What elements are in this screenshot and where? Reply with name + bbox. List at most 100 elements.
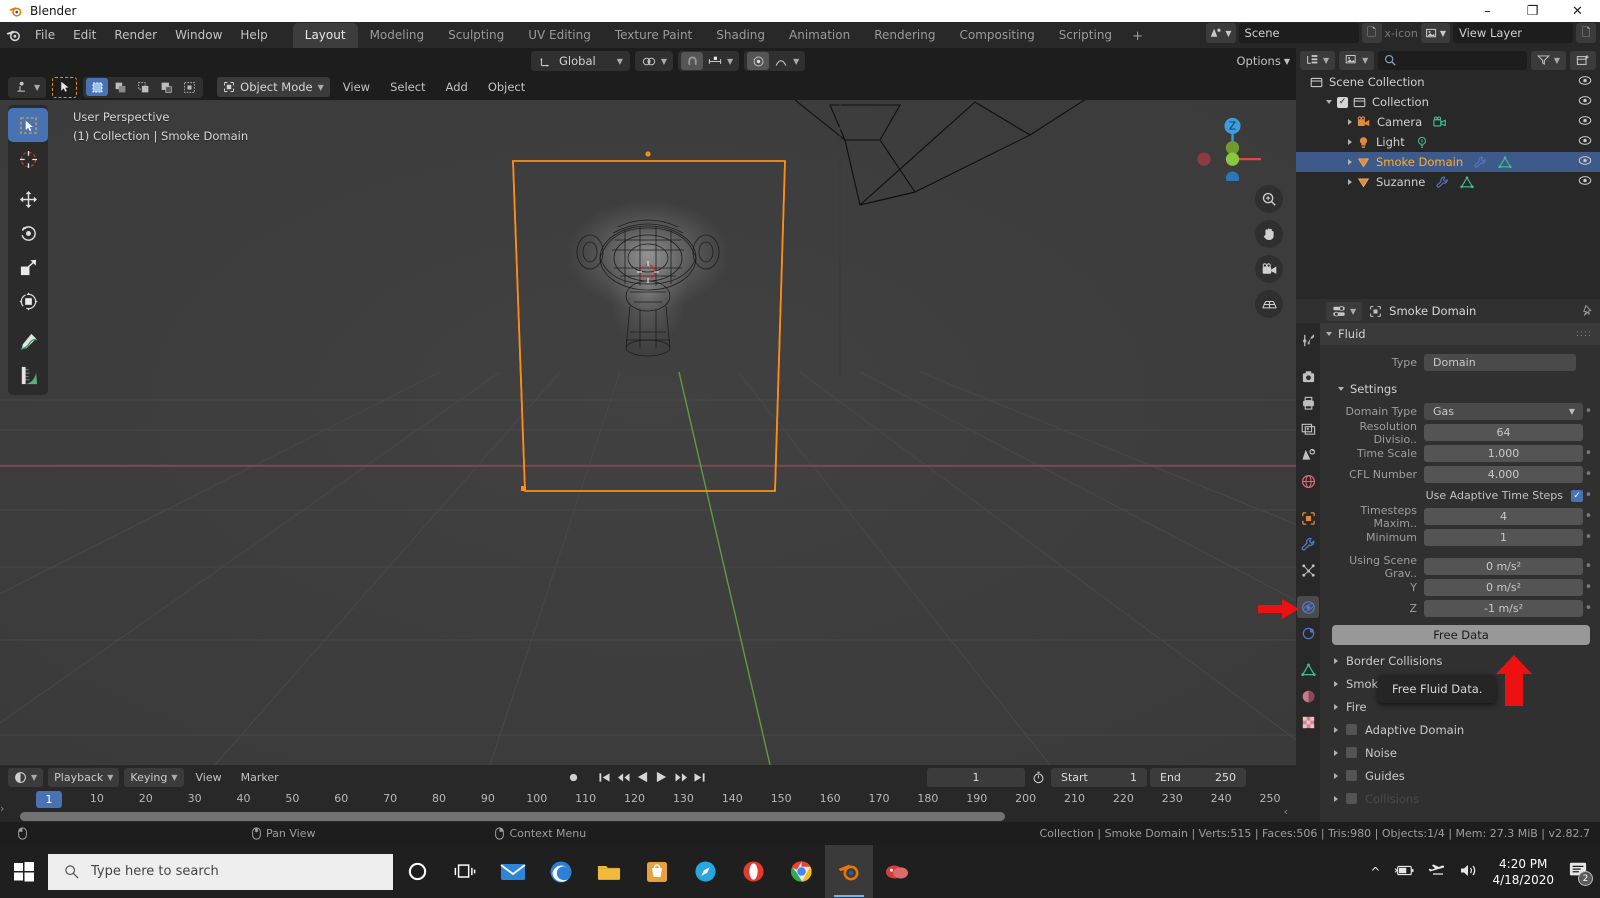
animate-dot[interactable]: • — [1583, 581, 1594, 594]
mail-icon[interactable] — [489, 845, 537, 898]
chevron-down-icon[interactable]: ▼ — [1569, 407, 1575, 416]
navigation-gizmo[interactable]: Z — [1185, 105, 1261, 181]
select-invert-icon[interactable] — [155, 78, 177, 96]
fluid-panel-header[interactable]: Fluid :::: — [1320, 323, 1600, 345]
tweak-chevron-down-icon[interactable]: ▼ — [34, 83, 43, 92]
expand-chevron-right-icon[interactable] — [1348, 139, 1352, 145]
outliner-display-mode-icon[interactable]: ▼ — [1300, 50, 1336, 70]
compass-icon[interactable] — [681, 845, 729, 898]
pan-hand-icon[interactable] — [1255, 220, 1283, 248]
panel-border-collisions[interactable]: Border Collisions — [1320, 649, 1600, 672]
eye-icon[interactable] — [1578, 115, 1592, 129]
end-frame-field[interactable]: End 250 — [1150, 768, 1246, 787]
tab-layout[interactable]: Layout — [292, 23, 358, 48]
texture-tab[interactable] — [1297, 711, 1319, 733]
outliner-row-suzanne[interactable]: Suzanne — [1296, 172, 1600, 192]
animate-dot[interactable]: • — [1583, 405, 1594, 418]
maximize-button[interactable]: ❐ — [1510, 0, 1555, 22]
blender-taskbar-icon[interactable] — [825, 845, 873, 898]
tab-compositing[interactable]: Compositing — [947, 23, 1046, 48]
close-button[interactable]: ✕ — [1555, 0, 1600, 22]
type-dropdown[interactable]: Domain — [1424, 354, 1576, 371]
volume-icon[interactable] — [1460, 863, 1478, 881]
select-intersect-icon[interactable] — [178, 78, 200, 96]
zoom-magnifier-icon[interactable] — [1255, 185, 1283, 213]
tool-tab[interactable] — [1297, 329, 1319, 351]
constraints-tab[interactable] — [1297, 622, 1319, 644]
menu-help[interactable]: Help — [231, 25, 276, 45]
outliner-row-scene-collection[interactable]: Scene Collection — [1296, 72, 1600, 92]
panel-chevron-right-icon[interactable] — [1334, 772, 1338, 779]
render-tab[interactable] — [1297, 366, 1319, 388]
outliner-row-collection[interactable]: ✓ Collection — [1296, 92, 1600, 112]
view-layer-selector-icon[interactable]: ▼ — [1420, 23, 1450, 43]
chevron-up-icon[interactable]: ^ — [1370, 865, 1380, 879]
orientation-value[interactable]: Global — [557, 54, 616, 68]
animate-dot[interactable]: • — [1583, 531, 1594, 544]
settings-chevron-down-icon[interactable] — [1338, 387, 1344, 391]
camera-view-icon[interactable] — [1255, 255, 1283, 283]
modifier-wrench-icon[interactable] — [1474, 156, 1487, 169]
tab-rendering[interactable]: Rendering — [862, 23, 947, 48]
select-extend-icon[interactable] — [109, 78, 131, 96]
panel-chevron-right-icon[interactable] — [1334, 657, 1338, 664]
panel-chevron-right-icon[interactable] — [1334, 680, 1338, 687]
menu-edit[interactable]: Edit — [64, 25, 105, 45]
mesh-data-icon[interactable] — [1498, 155, 1512, 169]
taskbar-clock[interactable]: 4:20 PM 4/18/2020 — [1492, 856, 1554, 888]
viewport-menu-view[interactable]: View — [336, 77, 377, 97]
snap-chevron-down-icon[interactable]: ▼ — [727, 57, 736, 66]
windows-start-icon[interactable] — [0, 845, 48, 898]
viewport-menu-object[interactable]: Object — [481, 77, 532, 97]
panel-noise[interactable]: Noise — [1320, 741, 1600, 764]
timeline-scrollbar[interactable] — [20, 812, 1005, 821]
expand-chevron-right-icon[interactable] — [1348, 119, 1352, 125]
snap-increment-icon[interactable] — [704, 52, 726, 70]
settings-subpanel-header[interactable]: Settings — [1320, 378, 1600, 400]
world-tab[interactable] — [1297, 470, 1319, 492]
panel-adaptive-domain[interactable]: Adaptive Domain — [1320, 718, 1600, 741]
pin-icon[interactable] — [1581, 302, 1594, 321]
scale-tool[interactable] — [8, 250, 48, 284]
physics-tab[interactable] — [1297, 596, 1319, 618]
move-tool[interactable] — [8, 182, 48, 216]
tab-animation[interactable]: Animation — [777, 23, 862, 48]
select-box-set-icon[interactable] — [86, 78, 109, 96]
field-value[interactable]: Gas ▼ — [1424, 403, 1583, 420]
outliner-search-input[interactable] — [1378, 50, 1527, 70]
eye-icon[interactable] — [1578, 95, 1592, 109]
animate-dot[interactable]: • — [1583, 602, 1594, 615]
fluid-panel-chevron-down-icon[interactable] — [1326, 332, 1332, 336]
expand-chevron-right-icon[interactable] — [1348, 179, 1352, 185]
annotate-tool[interactable] — [8, 324, 48, 358]
animate-dot[interactable]: • — [1583, 468, 1594, 481]
view-layer-tab[interactable] — [1297, 418, 1319, 440]
next-keyframe-icon[interactable] — [672, 768, 689, 786]
field-value[interactable]: 0 m/s² — [1424, 579, 1583, 596]
play-icon[interactable] — [653, 768, 670, 786]
eye-icon[interactable] — [1578, 175, 1592, 189]
field-value[interactable]: 1 — [1424, 529, 1583, 546]
object-mode-selector[interactable]: Object Mode ▼ — [217, 77, 330, 97]
pivot-point-icon[interactable] — [638, 52, 660, 70]
properties-editor-type-icon[interactable]: ▼ — [1326, 301, 1363, 321]
timeline-ruler[interactable]: 1102030405060708090100110120130140150160… — [0, 789, 1296, 809]
view-layer-copy-button[interactable]: 🗋 — [1576, 23, 1596, 43]
tab-shading[interactable]: Shading — [704, 23, 777, 48]
tab-sculpting[interactable]: Sculpting — [436, 23, 516, 48]
animate-dot[interactable]: • — [1583, 560, 1594, 573]
eye-icon[interactable] — [1578, 75, 1592, 89]
mesh-data-icon[interactable] — [1460, 175, 1475, 189]
record-icon[interactable] — [565, 768, 582, 786]
prev-keyframe-icon[interactable] — [615, 768, 632, 786]
panel-chevron-right-icon[interactable] — [1334, 726, 1338, 733]
orientation-chevron-down-icon[interactable]: ▼ — [617, 57, 627, 66]
grip-dots-icon[interactable]: :::: — [1576, 329, 1592, 339]
data-tab[interactable] — [1297, 659, 1319, 681]
store-icon[interactable] — [633, 845, 681, 898]
play-reverse-icon[interactable] — [634, 768, 651, 786]
file-explorer-icon[interactable] — [585, 845, 633, 898]
pivot-chevron-down-icon[interactable]: ▼ — [661, 57, 670, 66]
viewport-menu-add[interactable]: Add — [439, 77, 475, 97]
panel-chevron-right-icon[interactable] — [1334, 749, 1338, 756]
